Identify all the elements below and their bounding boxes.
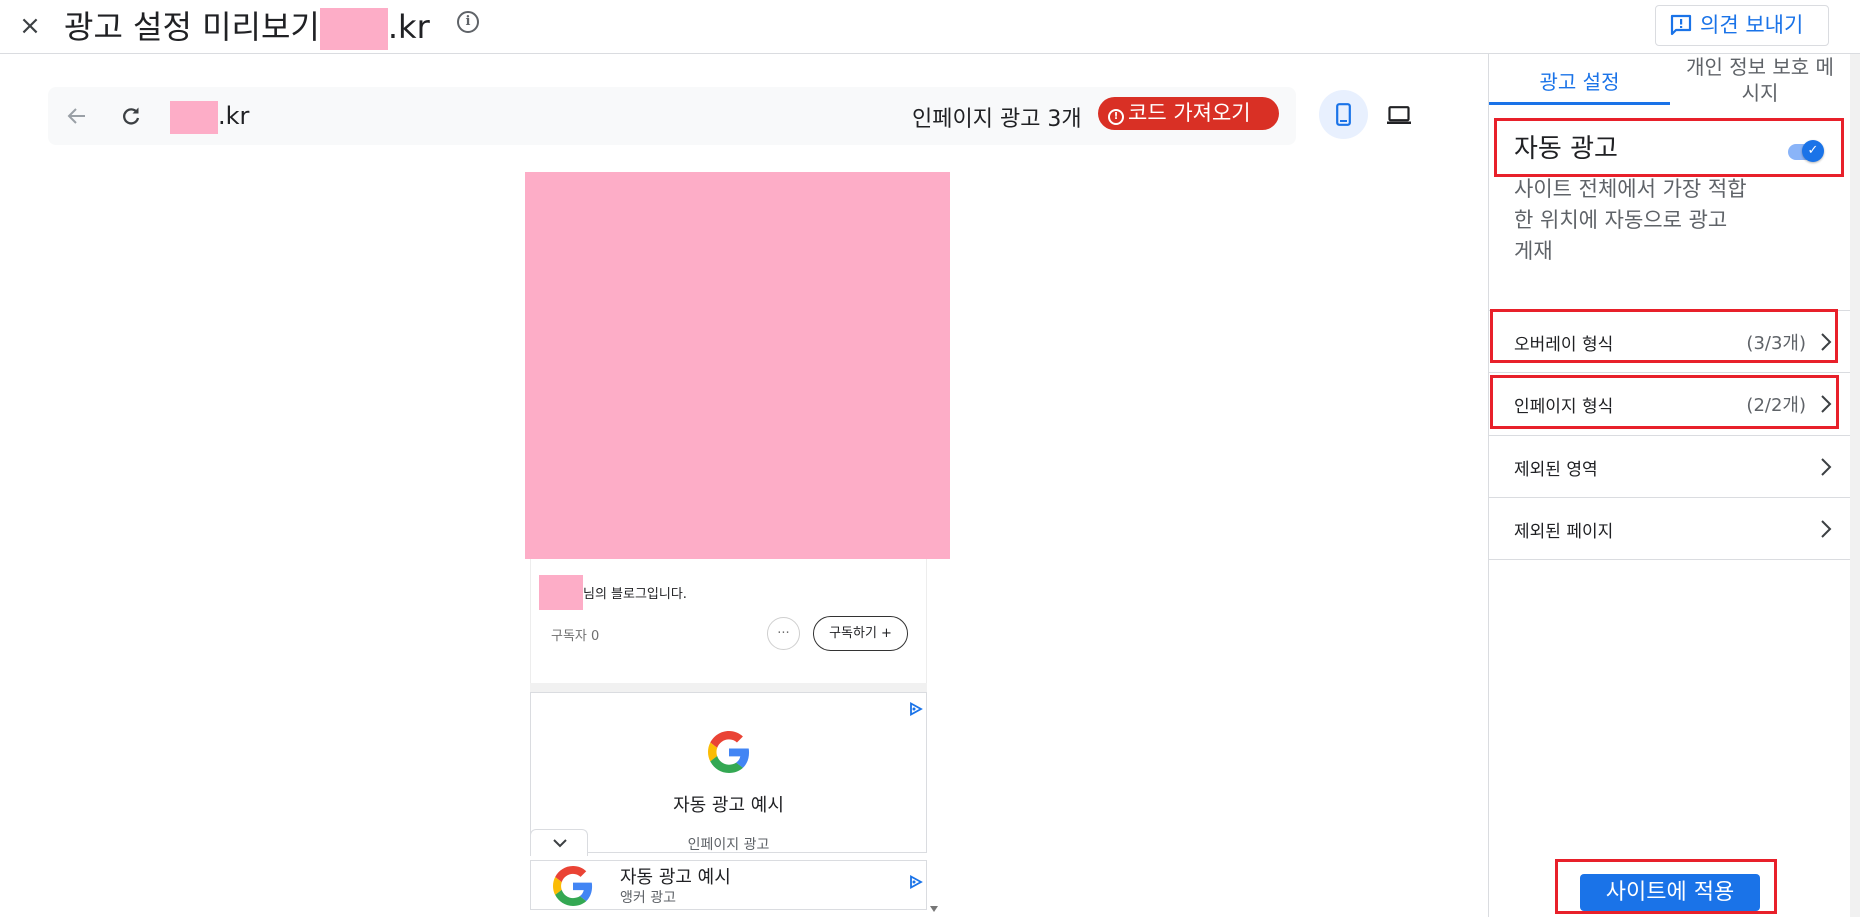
info-icon[interactable]: i [457, 11, 479, 33]
settings-panel: 광고 설정 개인 정보 보호 메 시지 자동 광고 ✓ 사이트 전체에서 가장 … [1488, 54, 1850, 917]
chevron-right-icon [1821, 520, 1832, 538]
subscriber-count: 구독자 0 [551, 629, 600, 644]
excluded-pages-row[interactable]: 제외된 페이지 [1489, 497, 1850, 559]
preview-url: .kr [170, 99, 249, 134]
anchor-ad-title: 자동 광고 예시 [620, 867, 731, 888]
overlay-formats-label: 오버레이 형식 [1514, 335, 1614, 355]
subscribe-button[interactable]: 구독하기 + [813, 616, 908, 651]
scroll-down-arrow-icon[interactable] [930, 906, 938, 912]
chevron-right-icon [1821, 458, 1832, 476]
inpage-formats-row[interactable]: 인페이지 형식 (2/2개) [1489, 372, 1850, 434]
tab-privacy-label-line2: 시지 [1741, 81, 1779, 105]
reload-icon[interactable] [118, 103, 144, 129]
page-title: 광고 설정 미리보기 .kr [64, 2, 430, 50]
anchor-ad-preview[interactable]: 자동 광고 예시 앵커 광고 [530, 860, 927, 910]
google-logo [708, 731, 750, 773]
inpage-formats-label: 인페이지 형식 [1514, 397, 1614, 417]
feedback-label: 의견 보내기 [1700, 13, 1804, 37]
apply-to-site-button[interactable]: 사이트에 적용 [1580, 874, 1760, 911]
redacted-site-name [319, 8, 388, 50]
check-icon: ✓ [1802, 140, 1824, 162]
comment-icon: ··· [777, 626, 790, 641]
close-button[interactable]: × [12, 8, 48, 44]
panel-scrollbar[interactable] [1850, 54, 1860, 917]
divider [1489, 559, 1850, 560]
desktop-view-button[interactable] [1376, 92, 1422, 138]
overlay-formats-count: (3/3개) [1746, 333, 1806, 354]
auto-ads-toggle[interactable]: ✓ [1788, 137, 1824, 165]
mobile-view-button[interactable] [1319, 90, 1368, 139]
blog-profile-card: 님의 블로그입니다. 구독자 0 ··· 구독하기 + [530, 559, 927, 683]
excluded-pages-label: 제외된 페이지 [1514, 522, 1614, 542]
tab-privacy-label-line1: 개인 정보 보호 메 [1686, 55, 1834, 79]
tab-ad-settings[interactable]: 광고 설정 [1489, 54, 1670, 105]
divider [530, 683, 927, 692]
preview-browser-bar: .kr 인페이지 광고 3개 ! 코드 가져오기 [48, 87, 1296, 145]
adchoices-icon[interactable] [909, 875, 923, 889]
get-code-button[interactable]: ! 코드 가져오기 [1098, 97, 1279, 130]
auto-ads-description: 사이트 전체에서 가장 적합한 위치에 자동으로 광고 게재 [1514, 177, 1747, 263]
chevron-right-icon [1821, 333, 1832, 351]
feedback-icon [1670, 14, 1692, 36]
google-logo [553, 866, 593, 906]
inpage-ad-count: 인페이지 광고 3개 [912, 107, 1082, 132]
inpage-ad-type: 인페이지 광고 [687, 837, 770, 853]
close-icon: × [19, 11, 41, 41]
inpage-formats-count: (2/2개) [1746, 395, 1806, 416]
inpage-ad-preview[interactable]: 자동 광고 예시 인페이지 광고 [530, 692, 927, 853]
chevron-right-icon [1821, 395, 1832, 413]
overlay-formats-row[interactable]: 오버레이 형식 (3/3개) [1489, 310, 1850, 372]
excluded-areas-label: 제외된 영역 [1514, 460, 1598, 480]
anchor-ad-type: 앵커 광고 [620, 890, 676, 906]
redacted-domain [170, 100, 218, 134]
top-bar: × 광고 설정 미리보기 .kr i 의견 보내기 [0, 0, 1860, 54]
page-title-suffix: .kr [387, 8, 430, 46]
redacted-blog-name [539, 575, 583, 610]
excluded-areas-row[interactable]: 제외된 영역 [1489, 435, 1850, 497]
redacted-hero-image [525, 172, 950, 559]
laptop-icon [1387, 106, 1411, 124]
tab-privacy-messages[interactable]: 개인 정보 보호 메 시지 [1670, 54, 1850, 105]
collapse-anchor-tab[interactable] [530, 829, 588, 856]
chevron-down-icon [553, 839, 567, 848]
inpage-ad-title: 자동 광고 예시 [673, 795, 784, 816]
get-code-label: 코드 가져오기 [1128, 101, 1251, 125]
feedback-button[interactable]: 의견 보내기 [1655, 5, 1829, 46]
blog-description: 님의 블로그입니다. [583, 587, 687, 602]
url-suffix: .kr [218, 102, 250, 130]
page-title-prefix: 광고 설정 미리보기 [64, 8, 320, 46]
phone-scrollbar[interactable] [928, 172, 940, 912]
adchoices-icon[interactable] [909, 702, 923, 716]
auto-ads-title: 자동 광고 [1514, 134, 1618, 164]
alert-icon: ! [1108, 109, 1124, 125]
comment-button[interactable]: ··· [767, 617, 800, 650]
back-arrow-icon[interactable] [64, 103, 90, 129]
mobile-icon [1336, 103, 1351, 126]
